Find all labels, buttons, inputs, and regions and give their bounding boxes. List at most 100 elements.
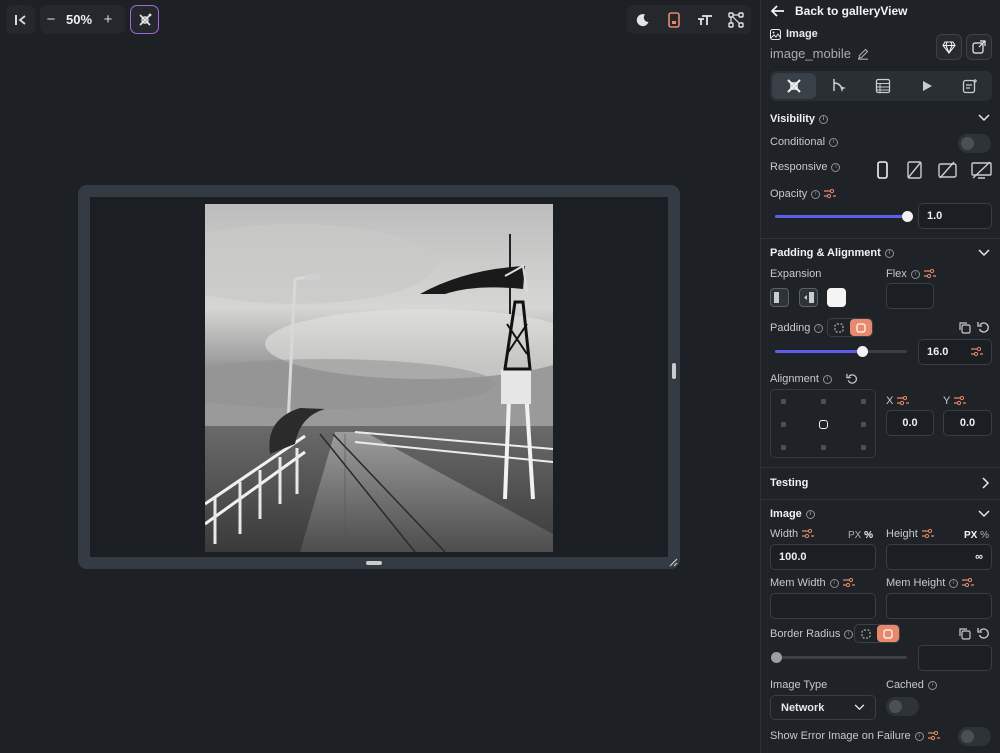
chevron-down-icon[interactable] xyxy=(978,249,990,257)
flex-input[interactable] xyxy=(886,283,934,309)
unit-percent[interactable]: % xyxy=(980,530,989,541)
align-center[interactable] xyxy=(819,420,828,429)
chevron-down-icon[interactable] xyxy=(978,510,990,518)
alignment-label: Alignment i xyxy=(770,373,858,385)
border-radius-slider[interactable] xyxy=(771,652,907,663)
conditional-label: Conditional i xyxy=(770,136,839,148)
opacity-slider-knob[interactable] xyxy=(902,211,913,222)
reset-icon[interactable] xyxy=(977,627,990,640)
export-widget-button[interactable] xyxy=(966,34,992,60)
variable-binding-icon[interactable] xyxy=(897,396,910,406)
show-error-toggle[interactable] xyxy=(958,727,991,746)
device-preview-button[interactable] xyxy=(658,5,689,34)
variable-binding-icon[interactable] xyxy=(962,578,975,588)
dark-mode-button[interactable] xyxy=(627,5,658,34)
chevron-right-icon[interactable] xyxy=(982,477,990,489)
alignment-grid[interactable] xyxy=(770,389,876,458)
padding-alignment-section-title[interactable]: Padding & Alignment i xyxy=(770,247,894,259)
sidebar-collapse-button[interactable] xyxy=(6,5,35,34)
selected-image-widget[interactable] xyxy=(205,204,553,552)
alignment-x-input[interactable]: 0.0 xyxy=(886,410,934,436)
tab-preview[interactable] xyxy=(905,71,949,101)
variable-binding-icon[interactable] xyxy=(842,578,855,588)
variable-binding-icon[interactable] xyxy=(954,396,967,406)
premium-button[interactable] xyxy=(936,34,962,60)
zoom-in-button[interactable]: + xyxy=(96,5,120,34)
variable-binding-icon[interactable] xyxy=(927,731,940,741)
align-bottom-left[interactable] xyxy=(781,445,786,450)
radius-uniform-button[interactable] xyxy=(877,625,899,642)
variable-binding-icon[interactable] xyxy=(923,269,936,279)
variable-binding-icon[interactable] xyxy=(824,189,837,199)
expansion-tight-button[interactable] xyxy=(799,288,818,307)
back-link[interactable]: Back to galleryView xyxy=(771,3,908,19)
widget-name[interactable]: image_mobile xyxy=(770,46,869,61)
opacity-input[interactable]: 1.0 xyxy=(918,203,992,229)
design-canvas[interactable]: − 50% + xyxy=(0,0,760,753)
alignment-y-input[interactable]: 0.0 xyxy=(943,410,992,436)
image-icon xyxy=(770,28,781,40)
padding-uniform-button[interactable] xyxy=(850,319,872,336)
visibility-section-title[interactable]: Visibility i xyxy=(770,113,829,125)
text-scale-button[interactable] xyxy=(689,5,720,34)
tablet-landscape-hidden-icon[interactable] xyxy=(938,161,957,179)
reset-icon[interactable] xyxy=(977,321,990,334)
align-top-left[interactable] xyxy=(781,399,786,404)
variable-binding-icon[interactable] xyxy=(971,347,983,357)
tab-notes[interactable] xyxy=(948,71,992,101)
resize-corner-icon[interactable] xyxy=(668,557,678,567)
variable-binding-icon[interactable] xyxy=(921,529,934,539)
border-radius-slider-knob[interactable] xyxy=(771,652,782,663)
cached-toggle[interactable] xyxy=(886,697,919,716)
desktop-hidden-icon[interactable] xyxy=(971,161,992,179)
edit-icon[interactable] xyxy=(857,48,869,60)
align-top-center[interactable] xyxy=(821,399,826,404)
mem-width-input[interactable] xyxy=(770,593,876,619)
device-resize-handle-bottom[interactable] xyxy=(366,561,382,565)
padding-slider[interactable] xyxy=(775,346,907,357)
height-input[interactable]: ∞ xyxy=(886,544,992,570)
zoom-out-button[interactable]: − xyxy=(40,5,62,34)
width-unit-toggle[interactable]: PX % xyxy=(848,530,873,541)
unit-px[interactable]: PX xyxy=(964,530,977,541)
tab-backend-query[interactable] xyxy=(861,71,905,101)
opacity-slider[interactable] xyxy=(775,211,913,222)
align-bottom-center[interactable] xyxy=(821,445,826,450)
phone-visible-icon[interactable] xyxy=(877,161,888,179)
unit-px[interactable]: PX xyxy=(848,530,861,541)
border-radius-input[interactable] xyxy=(918,645,992,671)
padding-individual-button[interactable] xyxy=(828,319,850,336)
testing-section-title[interactable]: Testing xyxy=(770,477,808,489)
reset-icon[interactable] xyxy=(846,373,858,385)
device-resize-handle-right[interactable] xyxy=(672,363,676,379)
back-label: Back to galleryView xyxy=(795,4,908,18)
border-radius-label: Border Radius i xyxy=(770,628,854,640)
width-input[interactable]: 100.0 xyxy=(770,544,876,570)
image-section-title[interactable]: Image i xyxy=(770,508,815,520)
padding-slider-knob[interactable] xyxy=(857,346,868,357)
padding-input[interactable]: 16.0 xyxy=(918,339,992,365)
align-bottom-right[interactable] xyxy=(861,445,866,450)
ai-generate-button[interactable] xyxy=(130,5,159,34)
conditional-toggle[interactable] xyxy=(958,134,991,153)
expansion-packed-button[interactable] xyxy=(827,288,846,307)
copy-icon[interactable] xyxy=(958,627,971,640)
unit-percent[interactable]: % xyxy=(864,530,873,541)
copy-icon[interactable] xyxy=(958,321,971,334)
tab-properties[interactable] xyxy=(772,73,816,99)
tablet-hidden-icon[interactable] xyxy=(907,161,922,179)
align-center-right[interactable] xyxy=(861,422,866,427)
align-center-left[interactable] xyxy=(781,422,786,427)
radius-individual-button[interactable] xyxy=(855,625,877,642)
tab-actions[interactable] xyxy=(818,71,862,101)
align-top-right[interactable] xyxy=(861,399,866,404)
mem-height-input[interactable] xyxy=(886,593,992,619)
device-frame[interactable] xyxy=(78,185,680,569)
expansion-flexible-button[interactable] xyxy=(770,288,789,307)
widget-tree-button[interactable] xyxy=(720,5,751,34)
height-unit-toggle[interactable]: PX % xyxy=(964,530,989,541)
chevron-down-icon[interactable] xyxy=(978,114,990,122)
image-type-select[interactable]: Network xyxy=(770,695,876,720)
image-title-text: Image xyxy=(770,508,802,520)
variable-binding-icon[interactable] xyxy=(802,529,815,539)
